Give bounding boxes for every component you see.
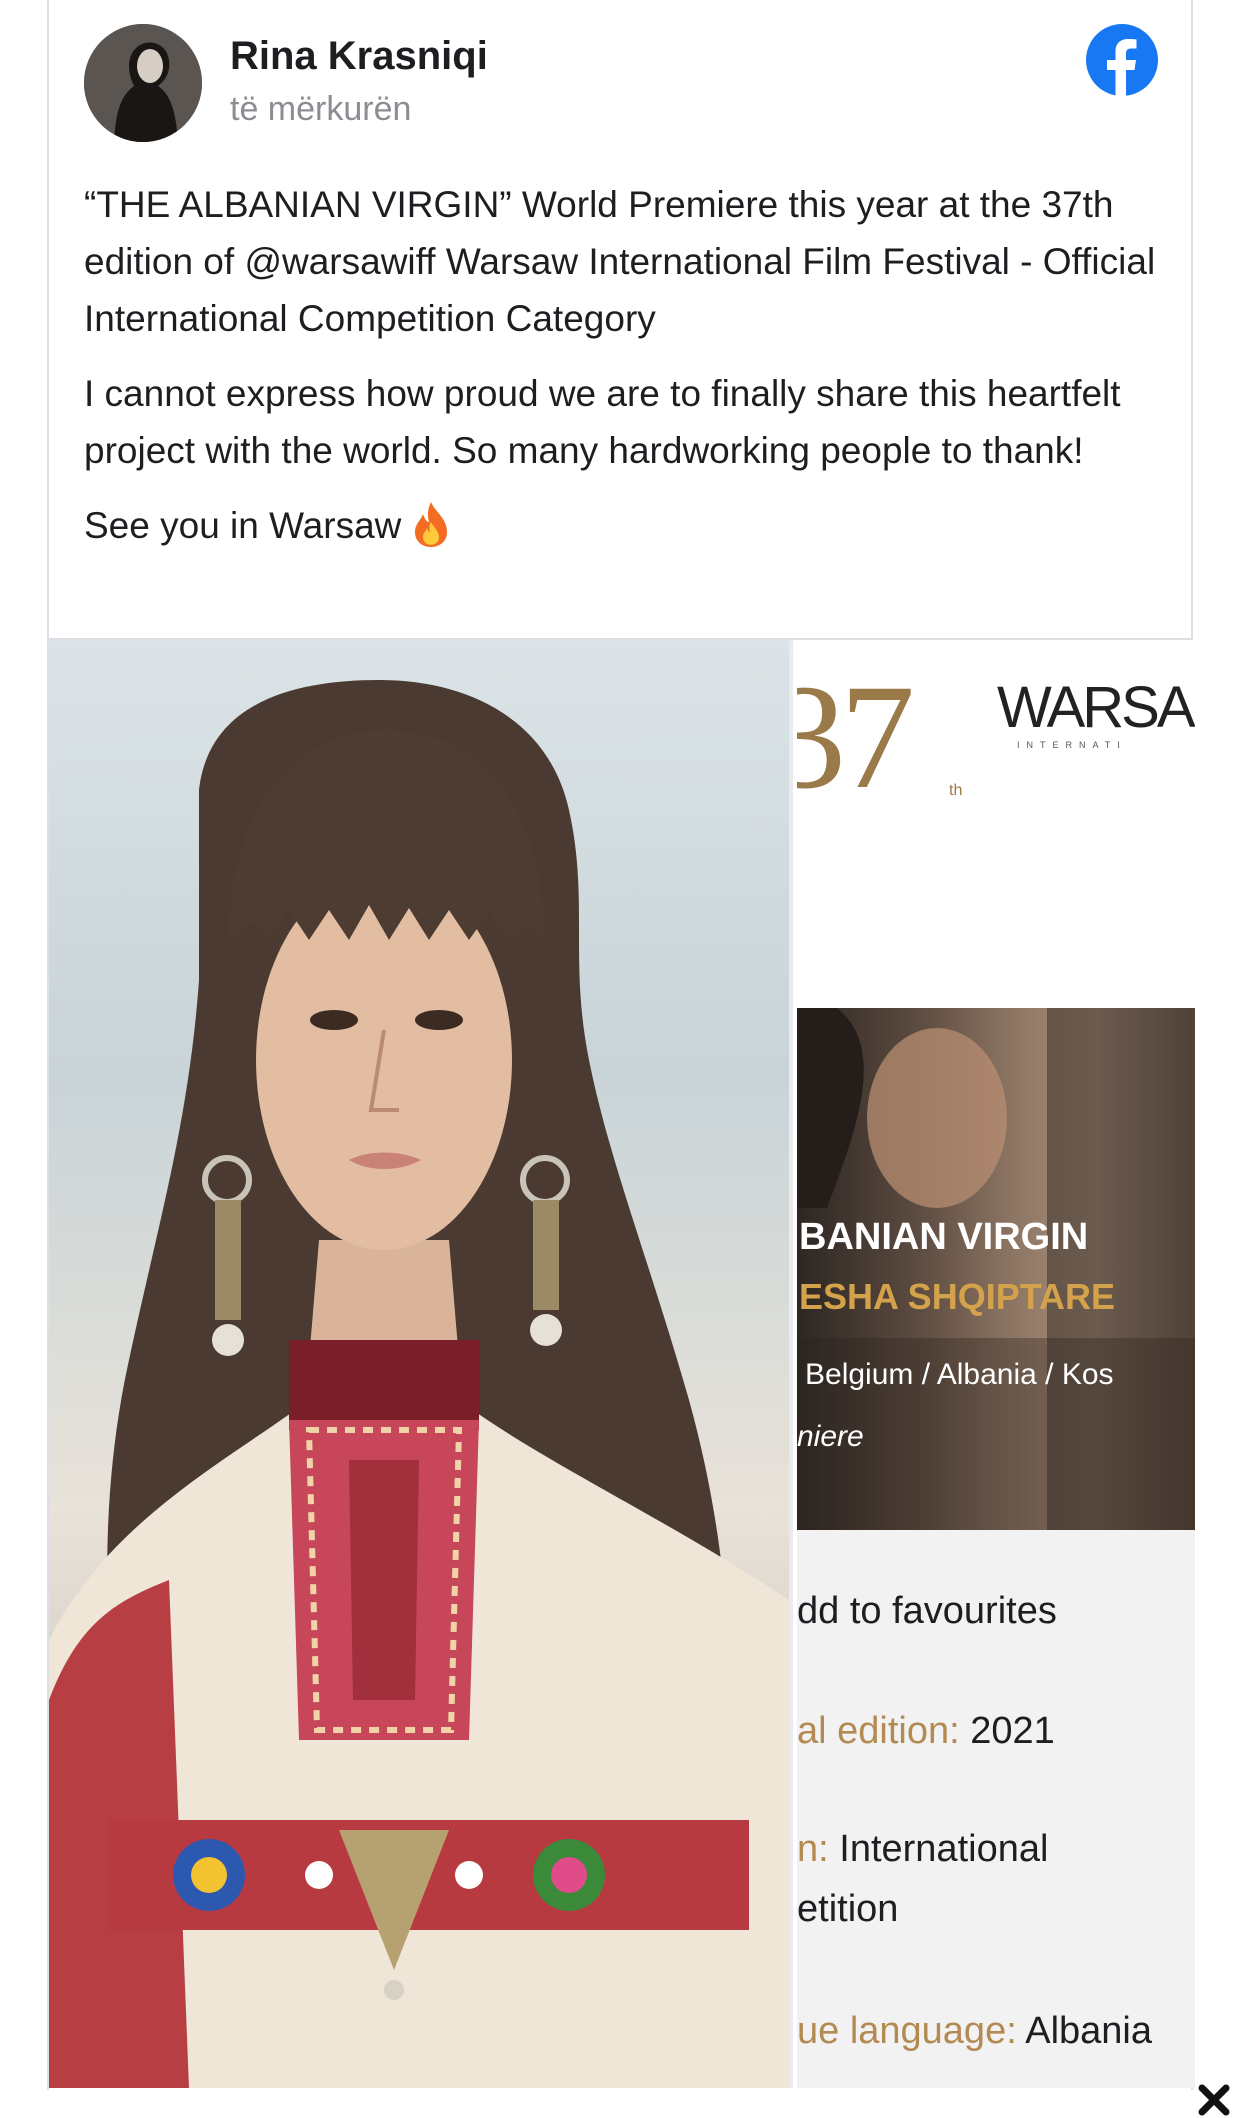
film-still: BANIAN VIRGIN ESHA SHQIPTARE Belgium / A… [797,1008,1195,1530]
author-name[interactable]: Rina Krasniqi [230,34,488,79]
language-value: Albania [1025,2010,1152,2052]
fire-icon [415,502,448,547]
section-line-2: etition [797,1888,899,1930]
post-photo-festival[interactable]: 37 th WARSA INTERNATI BANIAN VIRGIN ESHA… [797,640,1195,2088]
festival-subtitle: INTERNATI [1017,740,1127,750]
post-paragraph: “THE ALBANIAN VIRGIN” World Premiere thi… [84,184,1156,339]
film-title: BANIAN VIRGIN [799,1216,1089,1258]
post-text: “THE ALBANIAN VIRGIN” World Premiere thi… [84,176,1164,572]
post-paragraph-text: See you in Warsaw [84,505,402,546]
language-key: ue language: [797,2010,1017,2052]
edition-key: al edition: [797,1710,960,1752]
post-photo-portrait[interactable] [49,640,793,2088]
section-key: n: [797,1828,829,1870]
film-premiere: niere [797,1420,864,1453]
festival-name: WARSA [997,675,1195,740]
post-paragraph: See you in Warsaw [84,497,1164,554]
section-value: International [839,1828,1049,1870]
author-avatar[interactable] [84,24,202,142]
add-to-favourites: dd to favourites [797,1590,1057,1632]
section-line: n: International [797,1828,1048,1871]
post-timestamp[interactable]: të mërkurën [230,90,411,129]
edition-line: al edition: 2021 [797,1710,1055,1753]
post-paragraph: I cannot express how proud we are to fin… [84,373,1121,471]
film-info: dd to favourites al edition: 2021 n: Int… [797,1530,1195,2088]
festival-number: 37 [797,654,915,820]
film-subtitle: ESHA SHQIPTARE [799,1276,1116,1317]
language-line: ue language: Albania [797,2010,1152,2053]
facebook-icon[interactable] [1086,24,1158,96]
close-icon[interactable] [1196,2082,1232,2118]
edition-value: 2021 [970,1710,1055,1752]
festival-number-suffix: th [949,782,963,799]
film-countries: Belgium / Albania / Kos [805,1358,1114,1391]
